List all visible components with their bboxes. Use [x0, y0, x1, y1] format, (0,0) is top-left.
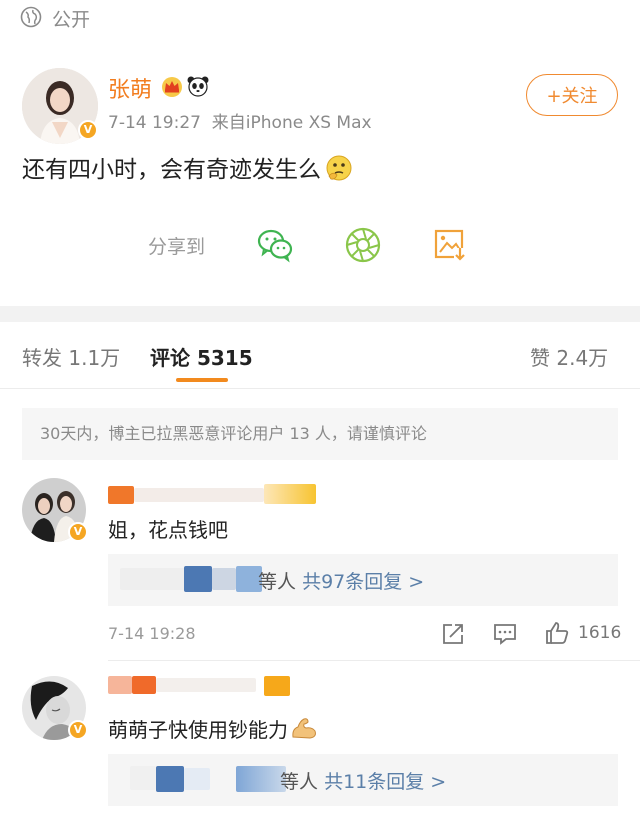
verified-badge: V: [68, 522, 88, 542]
active-tab-indicator: [176, 378, 228, 382]
reply-count-link[interactable]: 共97条回复 >: [302, 571, 424, 593]
commenter-badge-redacted: [264, 484, 316, 504]
commenter-badge-redacted: [264, 676, 290, 696]
reply-user-redacted: [184, 768, 210, 790]
wechat-icon[interactable]: [256, 226, 294, 264]
commenter-name-redacted: [132, 676, 156, 694]
post-time: 7-14 19:27: [108, 113, 201, 133]
tab-comments[interactable]: 评论 5315: [150, 342, 253, 371]
share-comment-icon[interactable]: [440, 621, 466, 647]
post-source: 来自iPhone XS Max: [211, 113, 372, 133]
thinking-emoji: [326, 155, 352, 181]
post-text-line: 还有四小时，会有奇迹发生么: [22, 150, 353, 184]
reply-count-link[interactable]: 共11条回复 >: [324, 771, 446, 793]
verified-badge: V: [78, 120, 98, 140]
comment-divider: [108, 660, 640, 661]
visibility-bar: 公开: [0, 0, 640, 40]
like-count: 1616: [578, 623, 622, 643]
reply-users-suffix: 等人: [280, 771, 319, 793]
visibility-label: 公开: [52, 9, 91, 31]
comment-text-line: 萌萌子快使用钞能力: [108, 714, 318, 743]
reply-summary[interactable]: 等人 共11条回复 >: [108, 754, 618, 806]
author-name[interactable]: 张萌: [108, 72, 152, 104]
globe-icon: [20, 6, 42, 28]
reply-summary[interactable]: 等人 共97条回复 >: [108, 554, 618, 606]
tab-repost[interactable]: 转发 1.1万: [22, 342, 120, 371]
panda-icon: [187, 76, 209, 97]
muscle-emoji: [292, 718, 316, 739]
commenter-name-redacted: [134, 488, 264, 502]
save-image-icon[interactable]: [432, 226, 470, 264]
verified-badge: V: [68, 720, 88, 740]
crown-icon: [162, 77, 182, 97]
reply-user-redacted: [130, 766, 156, 790]
reply-user-redacted: [212, 568, 236, 590]
commenter-name-redacted: [108, 676, 132, 694]
commenter-name-redacted: [156, 678, 256, 692]
reply-summary-text: 等人 共97条回复 >: [258, 567, 424, 594]
reply-summary-text: 等人 共11条回复 >: [280, 767, 446, 794]
tab-likes[interactable]: 赞 2.4万: [530, 342, 608, 371]
post-meta: 7-14 19:27 来自iPhone XS Max: [108, 108, 372, 133]
follow-button[interactable]: +关注: [526, 74, 618, 116]
comment-text: 萌萌子快使用钞能力: [108, 718, 288, 742]
reply-comment-icon[interactable]: [492, 621, 518, 647]
commenter-name-redacted: [108, 486, 134, 504]
reply-user-redacted: [184, 566, 212, 592]
blocked-users-notice: 30天内，博主已拉黑恶意评论用户 13 人，请谨慎评论: [22, 408, 618, 460]
reply-user-redacted: [236, 766, 286, 792]
like-icon[interactable]: [544, 620, 570, 646]
tabs-divider: [0, 388, 640, 389]
post-text: 还有四小时，会有奇迹发生么: [22, 157, 321, 183]
reply-users-suffix: 等人: [258, 571, 297, 593]
reply-user-redacted: [156, 766, 184, 792]
share-label: 分享到: [148, 236, 206, 258]
comment-time: 7-14 19:28: [108, 624, 196, 643]
comment-text: 姐，花点钱吧: [108, 518, 228, 542]
section-separator: [0, 306, 640, 322]
moments-icon[interactable]: [344, 226, 382, 264]
